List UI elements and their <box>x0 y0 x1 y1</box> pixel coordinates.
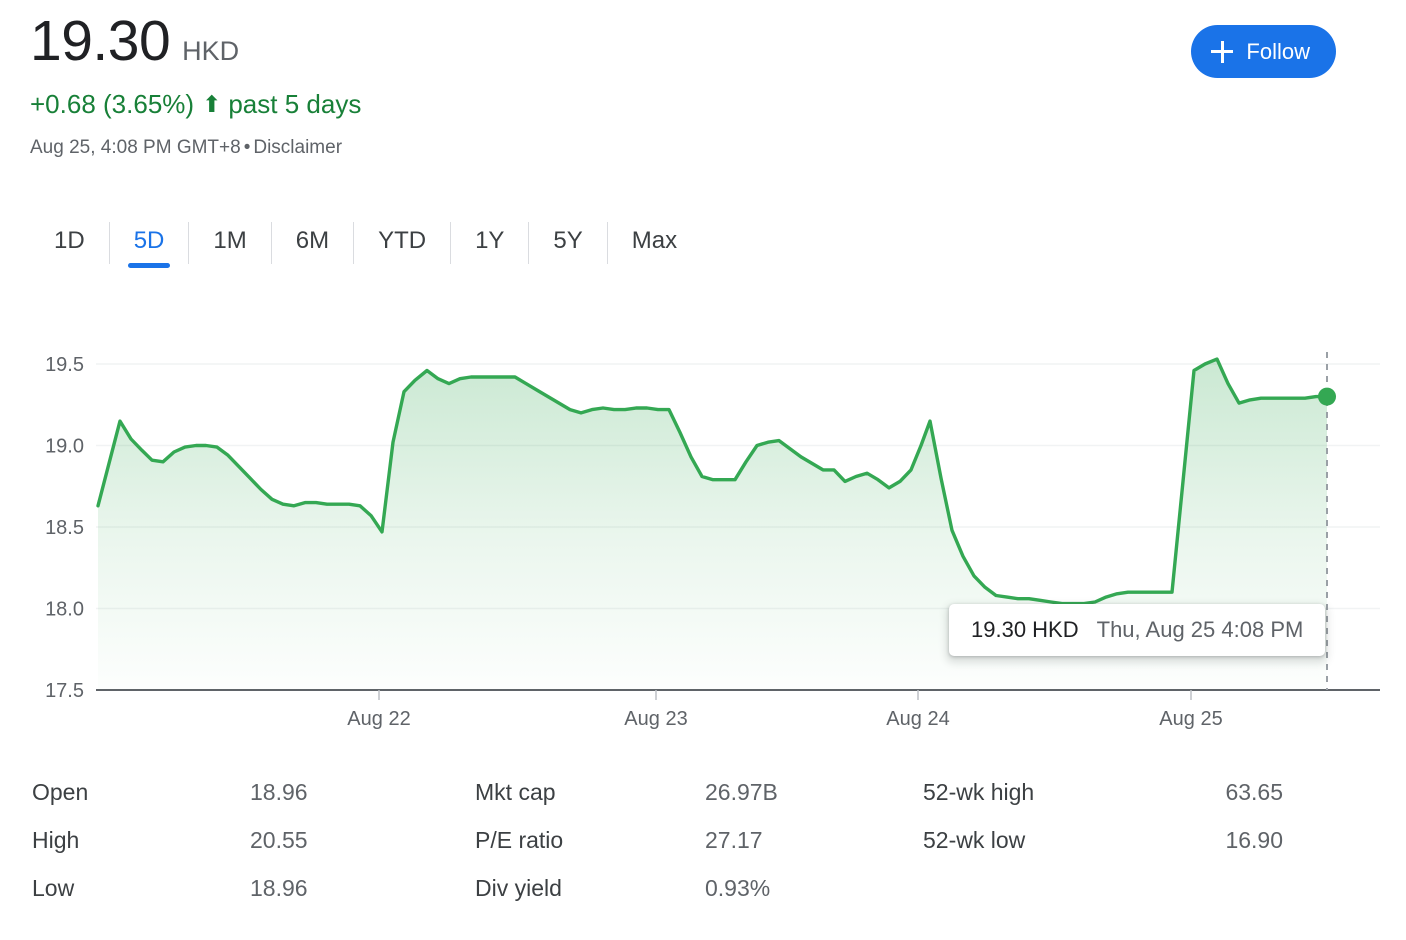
tooltip-price: 19.30 HKD <box>971 617 1079 643</box>
stats-table: Open 18.96 Mkt cap 26.97B 52-wk high 63.… <box>32 768 1342 912</box>
chart-y-axis-labels: 19.5 19.0 18.5 18.0 17.5 <box>45 354 84 702</box>
tab-label: 5Y <box>553 224 582 258</box>
stat-value-high: 20.55 <box>250 816 475 864</box>
svg-text:17.5: 17.5 <box>45 680 84 702</box>
tab-label: 5D <box>134 224 165 258</box>
stat-label-mkt-cap: Mkt cap <box>475 768 705 816</box>
svg-text:Aug 23: Aug 23 <box>624 708 687 730</box>
stat-label-open: Open <box>32 768 250 816</box>
price-change-value: +0.68 (3.65%) <box>30 88 194 120</box>
last-price-dot <box>1318 388 1336 406</box>
svg-text:Aug 25: Aug 25 <box>1159 708 1222 730</box>
svg-text:19.0: 19.0 <box>45 436 84 458</box>
stat-value-pe-ratio: 27.17 <box>705 816 923 864</box>
currency-label: HKD <box>182 36 239 67</box>
tooltip-date: Thu, Aug 25 4:08 PM <box>1097 617 1304 643</box>
active-tab-underline <box>128 263 171 268</box>
chart-x-axis-ticks <box>379 690 1191 700</box>
stat-label-high: High <box>32 816 250 864</box>
price-change-row: +0.68 (3.65%) ⬆ past 5 days <box>30 88 1376 120</box>
quote-timestamp: Aug 25, 4:08 PM GMT+8 <box>30 137 241 158</box>
arrow-up-icon: ⬆ <box>202 93 221 116</box>
tab-label: Max <box>632 224 677 258</box>
tab-label: 1D <box>54 224 85 258</box>
follow-button[interactable]: Follow <box>1191 25 1336 78</box>
tab-6m[interactable]: 6M <box>272 218 353 278</box>
stat-value-empty <box>1141 864 1321 912</box>
disclaimer-link[interactable]: Disclaimer <box>253 137 342 158</box>
stat-value-52wk-high: 63.65 <box>1141 768 1321 816</box>
stat-label-pe-ratio: P/E ratio <box>475 816 705 864</box>
current-price: 19.30 <box>30 8 170 74</box>
tab-1y[interactable]: 1Y <box>451 218 528 278</box>
plus-icon <box>1211 41 1233 63</box>
stat-label-52wk-high: 52-wk high <box>923 768 1141 816</box>
follow-button-label: Follow <box>1246 39 1310 65</box>
tab-label: 1M <box>213 224 246 258</box>
stat-label-div-yield: Div yield <box>475 864 705 912</box>
svg-text:19.5: 19.5 <box>45 354 84 376</box>
stat-value-low: 18.96 <box>250 864 475 912</box>
price-chart[interactable]: 19.519.018.518.017.5 Aug 22Aug 23Aug 24A… <box>0 330 1406 750</box>
tab-label: YTD <box>378 224 426 258</box>
price-row: 19.30 HKD <box>30 8 1376 74</box>
tab-label: 1Y <box>475 224 504 258</box>
chart-x-axis-labels: Aug 22 Aug 23 Aug 24 Aug 25 <box>347 708 1222 730</box>
quote-header: 19.30 HKD +0.68 (3.65%) ⬆ past 5 days Au… <box>30 8 1376 160</box>
svg-text:18.5: 18.5 <box>45 517 84 539</box>
price-chart-svg[interactable]: 19.519.018.518.017.5 Aug 22Aug 23Aug 24A… <box>0 330 1406 750</box>
stat-label-low: Low <box>32 864 250 912</box>
svg-text:Aug 24: Aug 24 <box>886 708 949 730</box>
range-tabs: 1D 5D 1M 6M YTD 1Y 5Y Max <box>30 218 701 278</box>
tab-5y[interactable]: 5Y <box>529 218 606 278</box>
stat-value-open: 18.96 <box>250 768 475 816</box>
change-period-label: past 5 days <box>228 88 361 120</box>
tab-1m[interactable]: 1M <box>189 218 270 278</box>
stat-value-52wk-low: 16.90 <box>1141 816 1321 864</box>
separator-dot: • <box>241 137 254 158</box>
tab-label: 6M <box>296 224 329 258</box>
stat-label-52wk-low: 52-wk low <box>923 816 1141 864</box>
tab-1d[interactable]: 1D <box>30 218 109 278</box>
tab-ytd[interactable]: YTD <box>354 218 450 278</box>
tab-max[interactable]: Max <box>608 218 701 278</box>
chart-tooltip: 19.30 HKD Thu, Aug 25 4:08 PM <box>949 604 1325 656</box>
quote-timestamp-row: Aug 25, 4:08 PM GMT+8•Disclaimer <box>30 136 1376 160</box>
svg-text:18.0: 18.0 <box>45 599 84 621</box>
svg-text:Aug 22: Aug 22 <box>347 708 410 730</box>
stat-label-empty <box>923 864 1141 912</box>
tab-5d[interactable]: 5D <box>110 218 189 278</box>
stat-value-div-yield: 0.93% <box>705 864 923 912</box>
stat-value-mkt-cap: 26.97B <box>705 768 923 816</box>
